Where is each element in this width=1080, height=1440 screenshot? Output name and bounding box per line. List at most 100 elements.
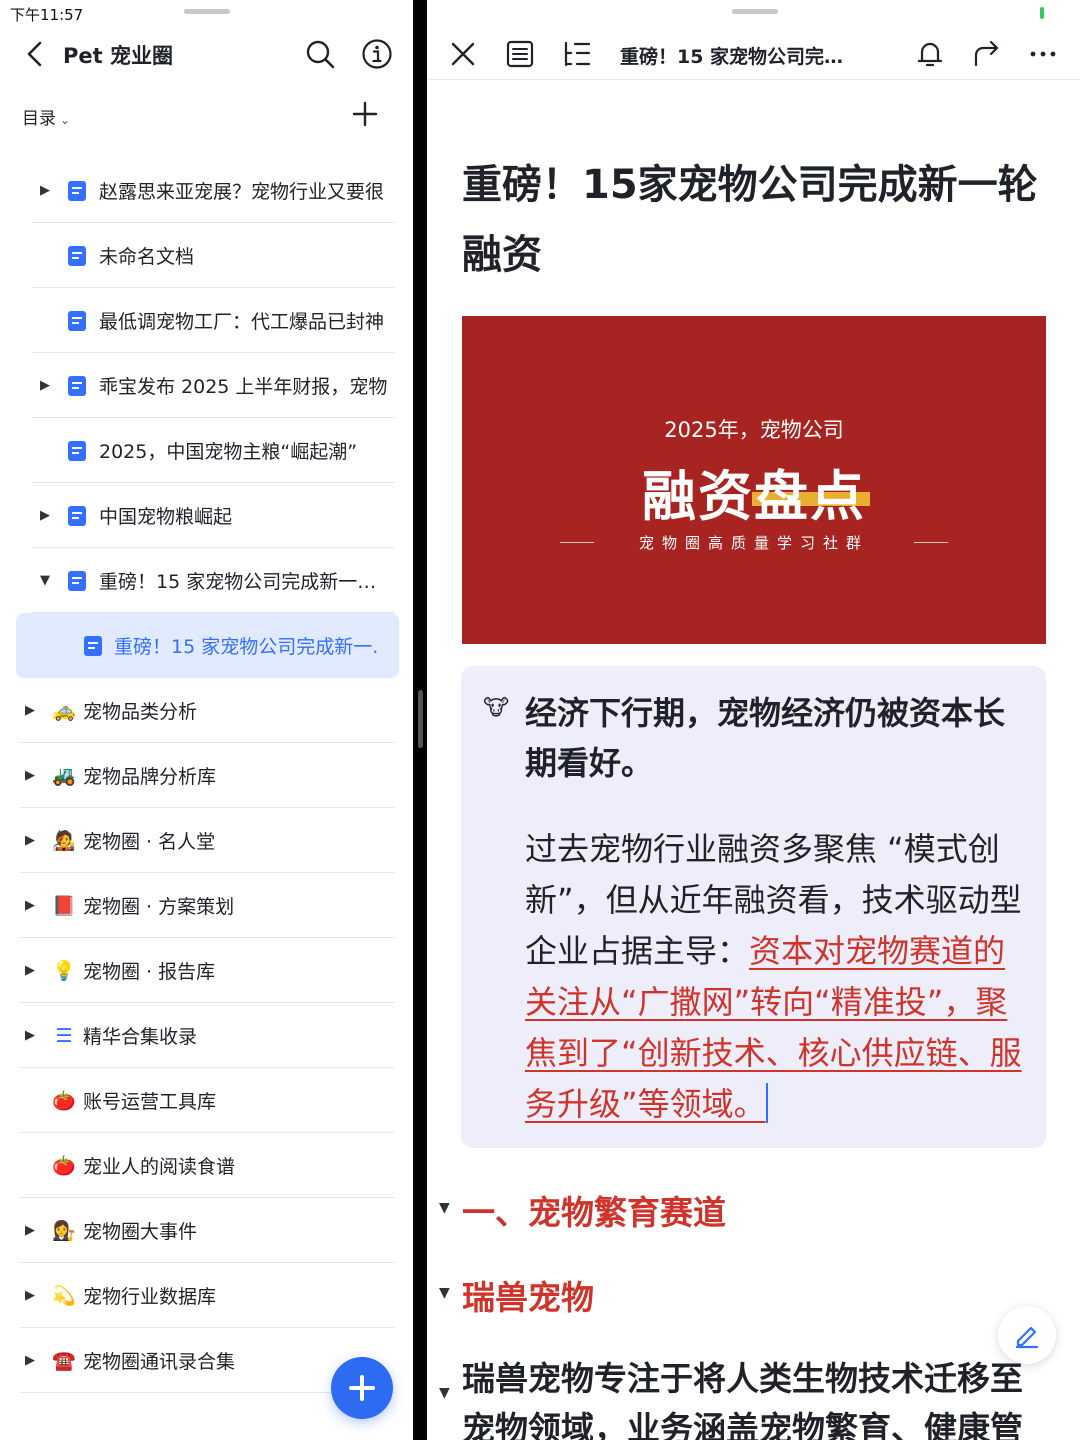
chevron-down-icon: ⌄ (60, 113, 71, 127)
edit-icon (1015, 1326, 1039, 1349)
tree-item-label: 宠物圈通讯录合集 (83, 1351, 236, 1373)
tree-item-label: 最低调宠物工厂：代工爆品已封神 (99, 311, 385, 333)
right-pane: 重磅！15 家宠物公司完… 重磅！15家宠物公司完成新一轮融资 2025年，宠物… (427, 0, 1080, 1440)
tree-item-active[interactable]: 重磅！15 家宠物公司完成新一. (16, 613, 399, 678)
outline-icon[interactable] (504, 38, 536, 70)
info-icon[interactable] (361, 38, 393, 70)
tree-item-label: 宠物品类分析 (83, 701, 198, 723)
collapse-triangle-icon[interactable]: ▼ (439, 1200, 450, 1216)
tree-item-label: 宠物圈大事件 (83, 1221, 198, 1243)
split-divider[interactable] (413, 0, 427, 1440)
tree-item[interactable]: ▶ 🚕 宠物品类分析 (0, 678, 413, 743)
expand-triangle-icon[interactable]: ▶ (25, 1288, 35, 1303)
tree-item-label: 精华合集收录 (83, 1026, 198, 1048)
callout-block[interactable]: 🐮 经济下行期，宠物经济仍被资本长期看好。 过去宠物行业融资多聚焦 “模式创新”… (461, 666, 1046, 1148)
tree-item[interactable]: ▶ 💫 宠物行业数据库 (0, 1263, 413, 1328)
search-icon[interactable] (304, 38, 336, 70)
status-time: 下午11:57 (10, 6, 84, 24)
list-icon: ☰ (55, 1024, 73, 1047)
collapse-triangle-icon[interactable]: ▼ (439, 1368, 450, 1418)
tree-item[interactable]: ▶ 👩‍⚖️ 宠物圈大事件 (0, 1198, 413, 1263)
tree-item[interactable]: ▶ 💡 宠物圈 · 报告库 (0, 938, 413, 1003)
expand-triangle-icon[interactable]: ▶ (40, 183, 50, 198)
edit-button[interactable] (998, 1306, 1056, 1364)
tree-item[interactable]: 未命名文档 (0, 223, 413, 288)
plus-icon[interactable] (350, 99, 380, 129)
space-title: Pet 宠业圈 (63, 44, 173, 68)
doc-icon (68, 505, 86, 526)
share-icon[interactable] (971, 38, 1003, 70)
banner-line3: 宠物圈高质量学习社群 (638, 534, 869, 552)
expand-triangle-icon[interactable]: ▶ (25, 768, 35, 783)
judge-icon: 👩‍⚖️ (52, 1220, 76, 1242)
bulb-icon: 💡 (52, 960, 76, 982)
banner-line2: 融资盘点 (642, 465, 866, 528)
tree-item[interactable]: ▶ 中国宠物粮崛起 (0, 483, 413, 548)
tree-item-label: 2025，中国宠物主粮“崛起潮” (99, 441, 358, 463)
directory-dropdown[interactable]: 目录 ⌄ (22, 104, 70, 129)
taxi-icon: 🚕 (52, 700, 76, 722)
more-icon[interactable] (1027, 38, 1059, 70)
tree-item-label: 中国宠物粮崛起 (99, 506, 233, 528)
tree-item[interactable]: ▶ 🚜 宠物品牌分析库 (0, 743, 413, 808)
collapse-triangle-icon[interactable]: ▼ (439, 1285, 450, 1301)
heading-1[interactable]: ▼ 一、宠物繁育赛道 (439, 1186, 726, 1234)
add-fab-button[interactable] (331, 1357, 393, 1419)
back-icon[interactable] (22, 40, 50, 68)
tree-item[interactable]: 2025，中国宠物主粮“崛起潮” (0, 418, 413, 483)
cow-icon: 🐮 (483, 696, 510, 721)
tree-item[interactable]: ▶ 赵露思来亚宠展？宠物行业又要很 (0, 158, 413, 223)
callout-bold-text[interactable]: 经济下行期，宠物经济仍被资本长期看好。 (525, 688, 1025, 788)
body-paragraph-text: 瑞兽宠物专注于将人类生物技术迁移至宠物领域，业务涵盖宠物繁育、健康管 (462, 1359, 1023, 1440)
battery-indicator (1040, 7, 1044, 19)
expand-triangle-icon[interactable]: ▶ (25, 1223, 35, 1238)
expand-triangle-icon[interactable]: ▶ (25, 703, 35, 718)
expand-triangle-icon[interactable]: ▶ (25, 963, 35, 978)
expand-triangle-icon[interactable]: ▶ (40, 378, 50, 393)
tree-item[interactable]: ▼ 重磅！15 家宠物公司完成新一… (0, 548, 413, 613)
right-grabber[interactable] (732, 9, 778, 14)
tree-item-label: 乖宝发布 2025 上半年财报，宠物 (99, 376, 388, 398)
tree-item[interactable]: 🍅 账号运营工具库 (0, 1068, 413, 1133)
book-icon: 📕 (52, 895, 76, 917)
toc-icon[interactable] (561, 38, 593, 70)
doc-icon (68, 570, 86, 591)
body-paragraph[interactable]: ▼ 瑞兽宠物专注于将人类生物技术迁移至宠物领域，业务涵盖宠物繁育、健康管 (439, 1354, 1052, 1440)
tree-item-label: 宠业人的阅读食谱 (83, 1156, 236, 1178)
close-icon[interactable] (447, 38, 479, 70)
tree-item-label: 宠物行业数据库 (83, 1286, 217, 1308)
directory-label: 目录 (22, 109, 56, 129)
expand-triangle-icon[interactable]: ▶ (25, 1028, 35, 1043)
expand-triangle-icon[interactable]: ▶ (25, 1353, 35, 1368)
tree-item[interactable]: ▶ 📕 宠物圈 · 方案策划 (0, 873, 413, 938)
doc-header-title: 重磅！15 家宠物公司完… (620, 46, 844, 68)
tree-item[interactable]: ▶ 乖宝发布 2025 上半年财报，宠物 (0, 353, 413, 418)
tree-item[interactable]: ▶ ☰ 精华合集收录 (0, 1003, 413, 1068)
doc-icon (68, 310, 86, 331)
expand-triangle-icon[interactable]: ▶ (25, 898, 35, 913)
callout-paragraph[interactable]: 过去宠物行业融资多聚焦 “模式创新”，但从近年融资看，技术驱动型企业占据主导：资… (525, 824, 1025, 1130)
doc-title[interactable]: 重磅！15家宠物公司完成新一轮融资 (462, 150, 1052, 290)
tree-item[interactable]: 🍅 宠业人的阅读食谱 (0, 1133, 413, 1198)
split-handle[interactable] (418, 690, 423, 748)
telephone-icon: ☎️ (52, 1350, 76, 1372)
tomato-icon: 🍅 (52, 1155, 76, 1177)
doc-icon (68, 440, 86, 461)
tree-item-label: 重磅！15 家宠物公司完成新一. (114, 636, 379, 658)
expand-triangle-icon[interactable]: ▶ (40, 508, 50, 523)
tree-item[interactable]: ▶ 🧑‍🎤 宠物圈 · 名人堂 (0, 808, 413, 873)
left-grabber[interactable] (184, 9, 230, 14)
tree-item-label: 账号运营工具库 (83, 1091, 217, 1113)
bell-icon[interactable] (914, 38, 946, 70)
expand-triangle-icon[interactable]: ▶ (25, 833, 35, 848)
heading-2[interactable]: ▼ 瑞兽宠物 (439, 1271, 594, 1319)
banner-line1: 2025年，宠物公司 (664, 418, 844, 442)
heading-1-text: 一、宠物繁育赛道 (462, 1193, 726, 1232)
tree-item[interactable]: 最低调宠物工厂：代工爆品已封神 (0, 288, 413, 353)
doc-header: 重磅！15 家宠物公司完… (427, 32, 1080, 80)
doc-tree: ▶ 赵露思来亚宠展？宠物行业又要很 未命名文档 最低调宠物工厂：代工爆品已封神 ▶… (0, 158, 413, 1393)
collapse-triangle-icon[interactable]: ▼ (40, 573, 50, 588)
text-cursor (765, 1083, 768, 1123)
singer-icon: 🧑‍🎤 (52, 830, 76, 852)
tree-item-label: 宠物品牌分析库 (83, 766, 217, 788)
